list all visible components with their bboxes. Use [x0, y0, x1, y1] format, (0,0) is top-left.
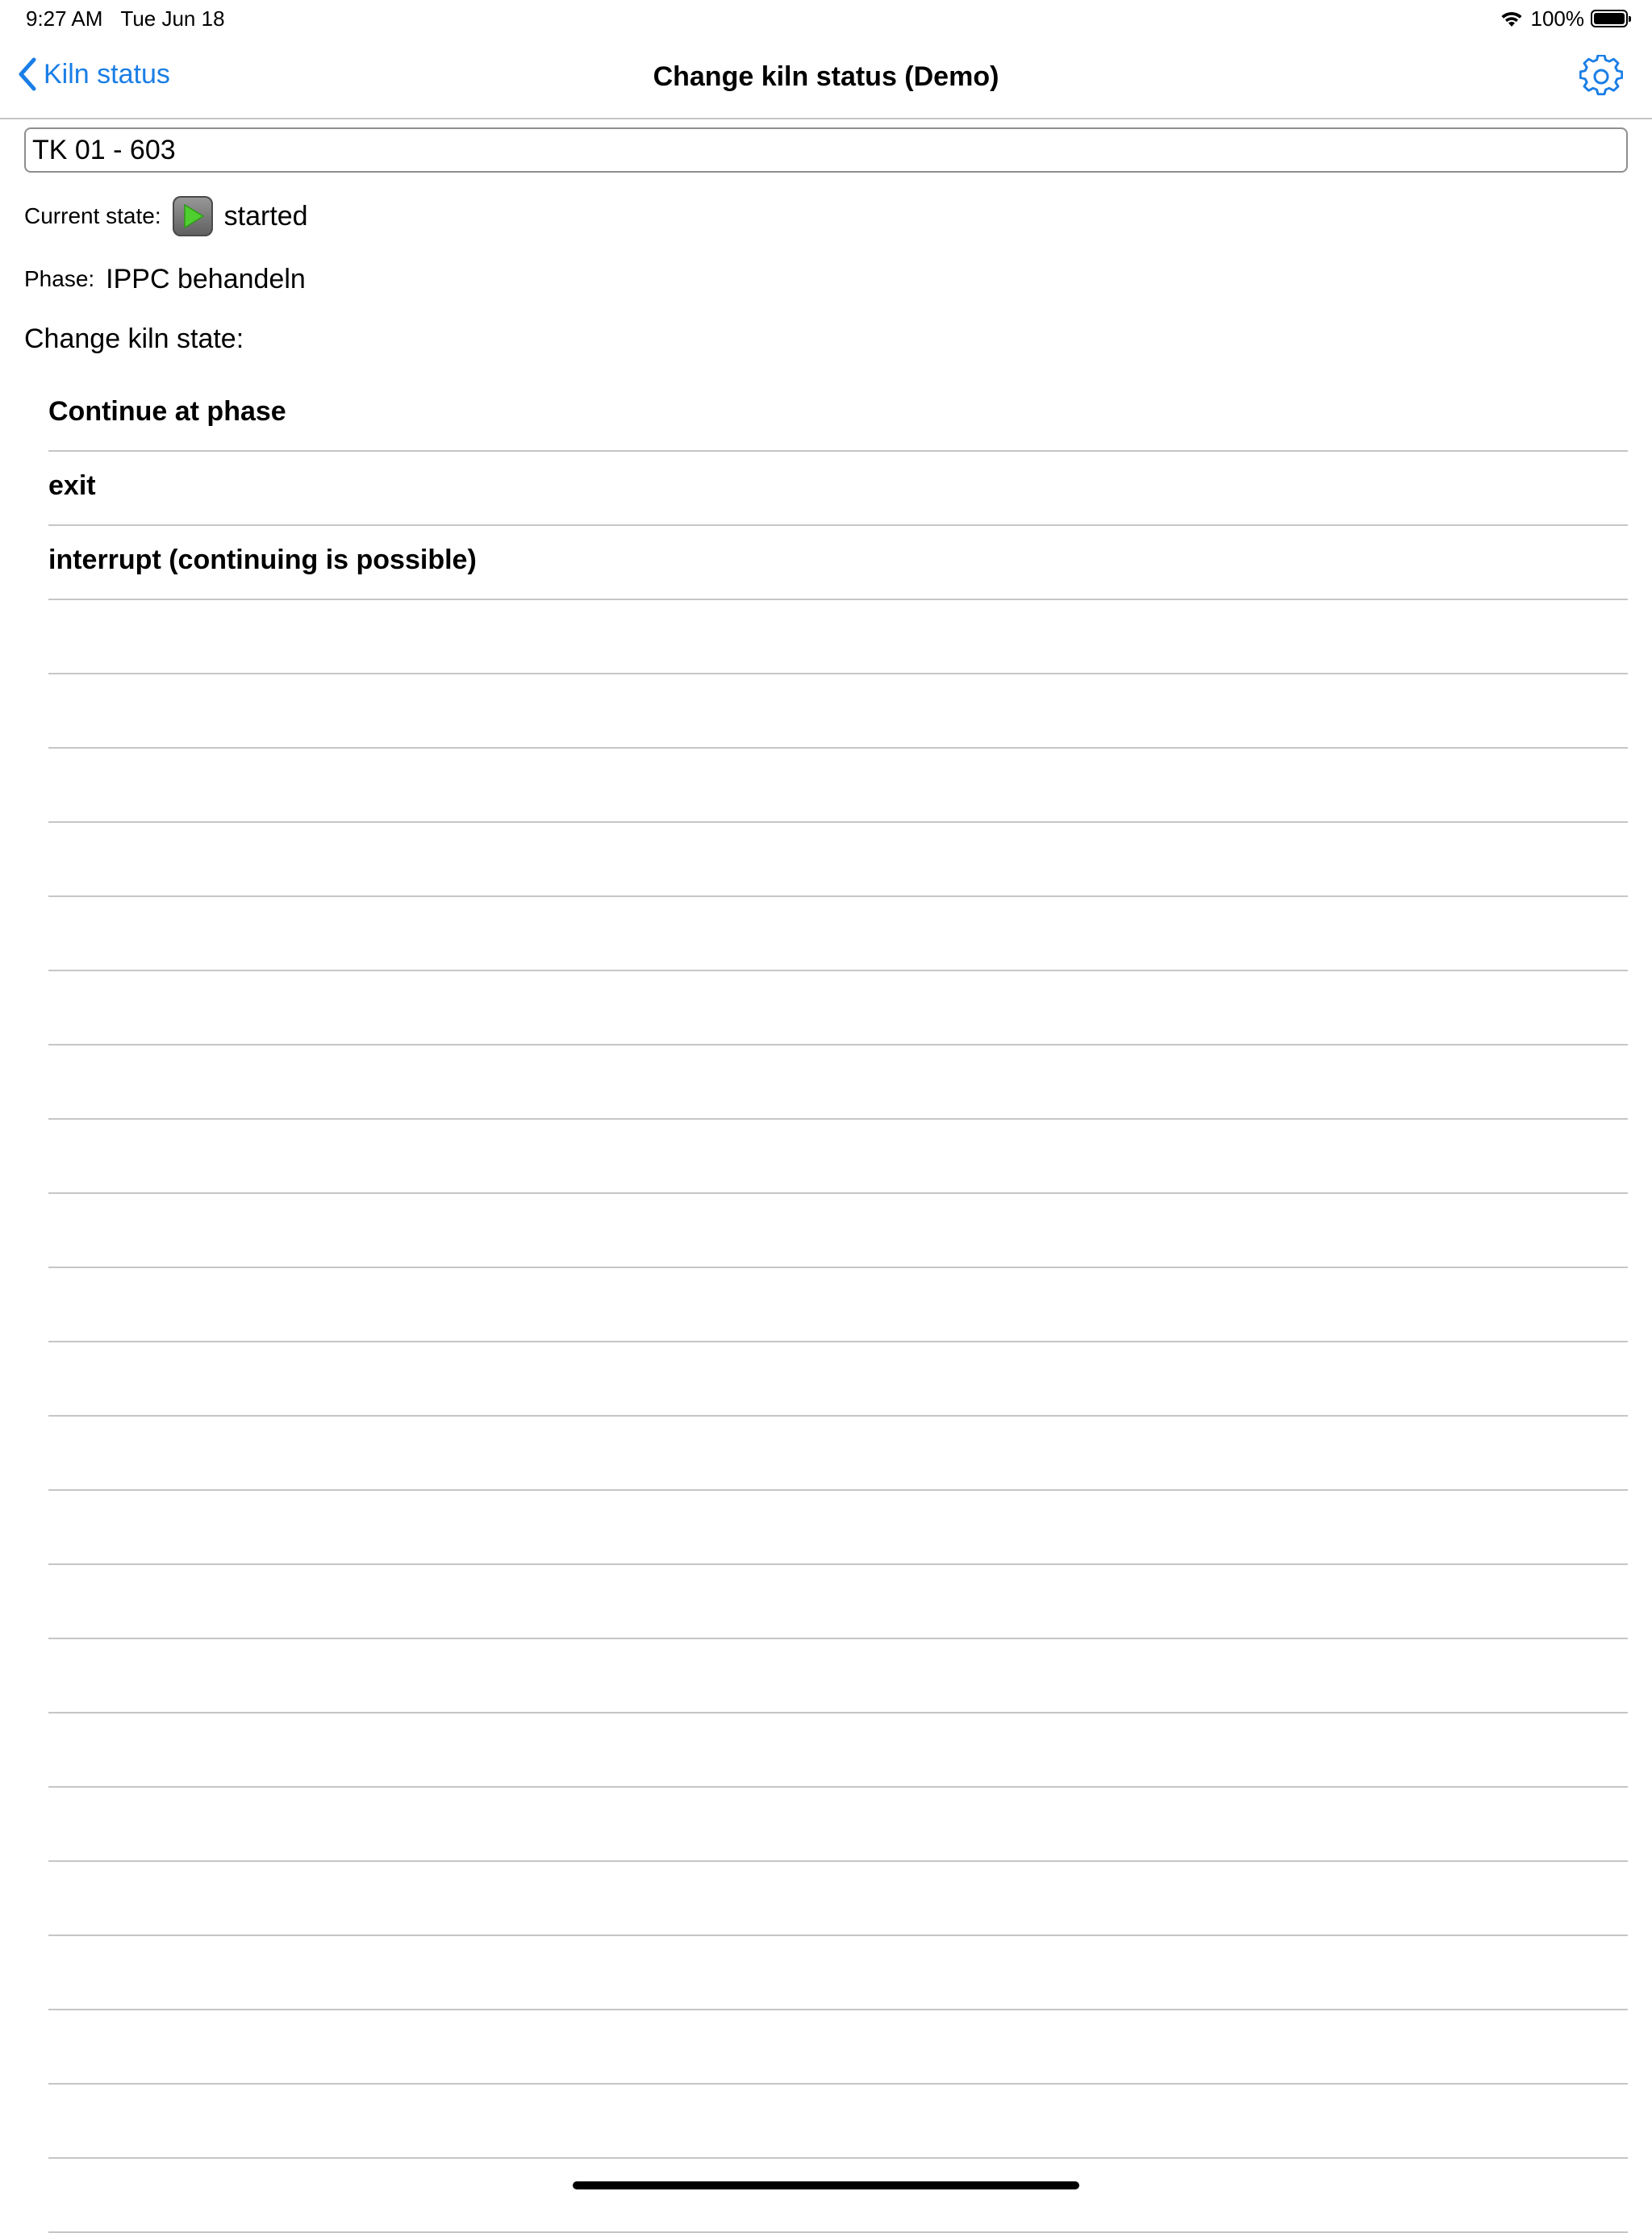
empty-row	[48, 1046, 1628, 1120]
current-state-value: started	[223, 200, 308, 232]
gear-icon	[1579, 54, 1624, 96]
kiln-name-field[interactable]	[24, 127, 1628, 173]
current-state-row: Current state: started	[24, 194, 308, 239]
empty-row	[48, 2159, 1628, 2233]
empty-row	[48, 749, 1628, 823]
option-exit[interactable]: exit	[48, 452, 1628, 526]
settings-button[interactable]	[1579, 54, 1624, 98]
empty-row	[48, 1565, 1628, 1639]
kiln-state-options: Continue at phase exit interrupt (contin…	[48, 378, 1628, 2233]
empty-row	[48, 1491, 1628, 1565]
empty-row	[48, 1120, 1628, 1194]
empty-row	[48, 600, 1628, 674]
empty-row	[48, 1862, 1628, 1936]
empty-row	[48, 1713, 1628, 1788]
page-title: Change kiln status (Demo)	[653, 61, 999, 92]
battery-percentage: 100%	[1530, 6, 1585, 31]
empty-row	[48, 1268, 1628, 1342]
status-date: Tue Jun 18	[120, 6, 225, 31]
empty-row	[48, 971, 1628, 1046]
empty-row	[48, 1194, 1628, 1268]
empty-row	[48, 897, 1628, 971]
empty-row	[48, 1788, 1628, 1862]
play-icon	[172, 196, 213, 236]
empty-row	[48, 1342, 1628, 1417]
status-right: 100%	[1499, 6, 1631, 31]
current-state-label: Current state:	[24, 203, 161, 228]
empty-row	[48, 674, 1628, 749]
status-left: 9:27 AM Tue Jun 18	[26, 6, 225, 31]
empty-row	[48, 823, 1628, 897]
status-bar: 9:27 AM Tue Jun 18 100%	[0, 0, 1652, 37]
navigation-bar: Kiln status Change kiln status (Demo)	[0, 37, 1652, 119]
phase-row: Phase: IPPC behandeln	[24, 261, 306, 297]
phase-label: Phase:	[24, 266, 95, 291]
status-time: 9:27 AM	[26, 6, 103, 31]
home-indicator[interactable]	[573, 2181, 1079, 2189]
empty-row	[48, 1639, 1628, 1713]
empty-row	[48, 1417, 1628, 1491]
empty-row	[48, 1936, 1628, 2010]
option-interrupt[interactable]: interrupt (continuing is possible)	[48, 526, 1628, 600]
option-continue-at-phase[interactable]: Continue at phase	[48, 378, 1628, 452]
change-kiln-state-label: Change kiln state:	[24, 323, 244, 354]
empty-row	[48, 2085, 1628, 2159]
phase-value: IPPC behandeln	[106, 263, 306, 294]
wifi-icon	[1501, 11, 1521, 27]
empty-row	[48, 2010, 1628, 2085]
battery-icon	[1591, 10, 1631, 27]
